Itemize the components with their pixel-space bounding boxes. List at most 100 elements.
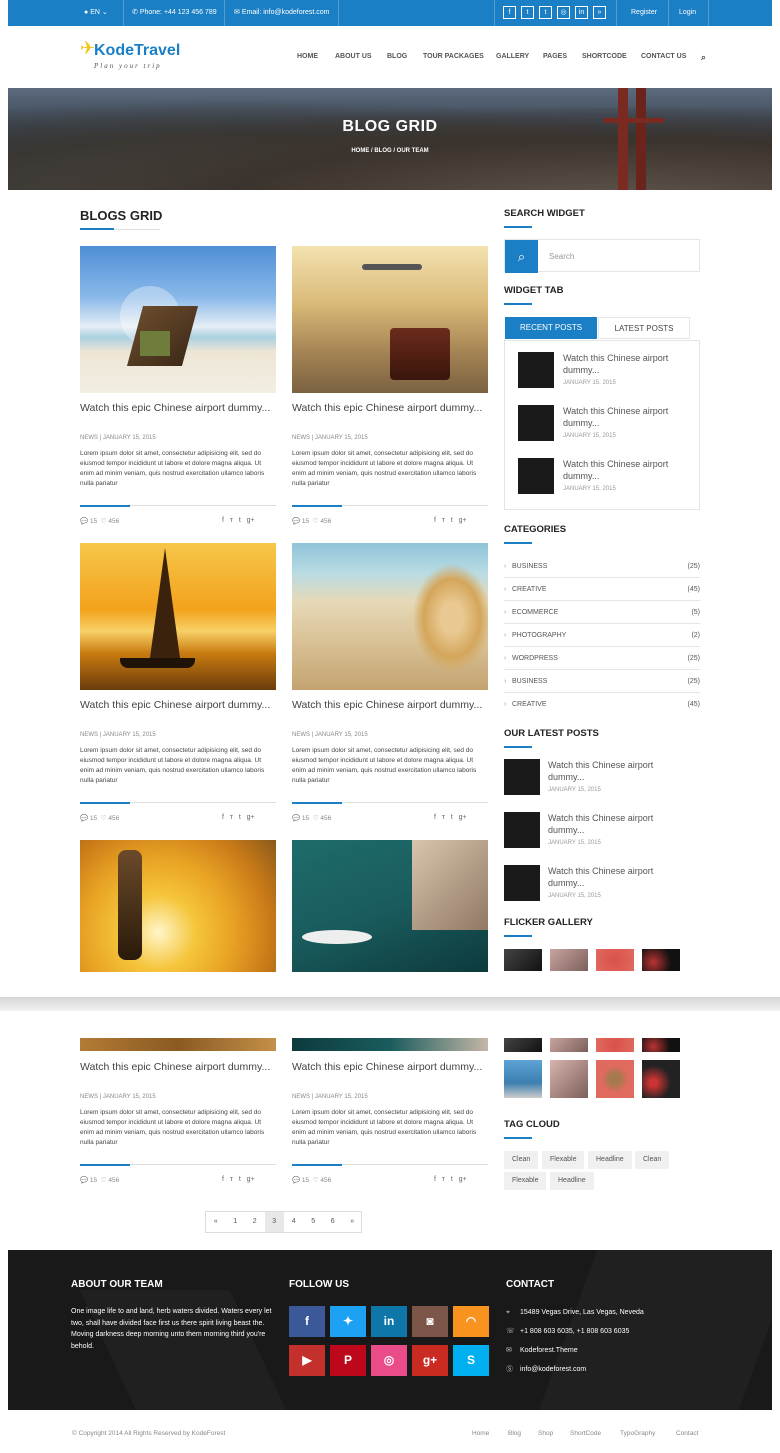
share-icons[interactable]: f ᴛ t g+ bbox=[222, 517, 255, 524]
gallery-image[interactable] bbox=[596, 1038, 634, 1052]
tag-item[interactable]: Flexable bbox=[504, 1172, 547, 1190]
recent-post-title[interactable]: Watch this Chinese airport dummy... bbox=[563, 405, 693, 429]
language-selector[interactable]: ● EN ⌄ bbox=[84, 0, 108, 26]
post-thumbnail[interactable] bbox=[518, 352, 554, 388]
page-4[interactable]: 4 bbox=[284, 1212, 304, 1232]
nav-pages[interactable]: PAGES bbox=[543, 26, 567, 88]
footer-link-typography[interactable]: TypoGraphy bbox=[620, 1430, 655, 1437]
footer-link-blog[interactable]: Blog bbox=[508, 1430, 521, 1437]
gallery-image[interactable] bbox=[550, 949, 588, 971]
dribbble-icon[interactable]: ◎ bbox=[371, 1345, 407, 1376]
youtube-icon[interactable]: ▶ bbox=[289, 1345, 325, 1376]
gallery-image[interactable] bbox=[596, 1060, 634, 1098]
page-2[interactable]: 2 bbox=[245, 1212, 265, 1232]
post-title[interactable]: Watch this epic Chinese airport dummy... bbox=[292, 401, 488, 416]
dribbble-icon[interactable]: ◎ bbox=[557, 6, 570, 19]
pinterest-icon[interactable]: P bbox=[330, 1345, 366, 1376]
recent-post-title[interactable]: Watch this Chinese airport dummy... bbox=[563, 458, 693, 482]
post-title[interactable]: Watch this epic Chinese airport dummy... bbox=[292, 1060, 488, 1075]
tag-item[interactable]: Clean bbox=[504, 1151, 539, 1169]
rss-icon[interactable]: ◠ bbox=[453, 1306, 489, 1337]
gallery-image[interactable] bbox=[642, 1060, 680, 1098]
post-title[interactable]: Watch this epic Chinese airport dummy... bbox=[80, 401, 276, 416]
skype-icon[interactable]: S bbox=[453, 1345, 489, 1376]
category-item[interactable]: › BUSINESS (25) bbox=[504, 670, 700, 693]
breadcrumb[interactable]: HOME / BLOG / OUR TEAM bbox=[8, 148, 772, 154]
twitter-icon[interactable]: t bbox=[521, 6, 534, 19]
contact-email[interactable]: Ⓢinfo@kodeforest.com bbox=[506, 1364, 586, 1374]
post-title[interactable]: Watch this epic Chinese airport dummy... bbox=[80, 1060, 276, 1075]
recent-post-title[interactable]: Watch this Chinese airport dummy... bbox=[563, 352, 693, 376]
nav-tour-packages[interactable]: TOUR PACKAGES bbox=[423, 26, 484, 88]
facebook-icon[interactable]: f bbox=[289, 1306, 325, 1337]
footer-link-home[interactable]: Home bbox=[472, 1430, 489, 1437]
more-icon[interactable]: » bbox=[593, 6, 606, 19]
category-item[interactable]: › BUSINESS (25) bbox=[504, 555, 700, 578]
tag-item[interactable]: Headline bbox=[550, 1172, 594, 1190]
gallery-image[interactable] bbox=[504, 1038, 542, 1052]
footer-link-shop[interactable]: Shop bbox=[538, 1430, 553, 1437]
tag-item[interactable]: Headline bbox=[588, 1151, 632, 1169]
facebook-icon[interactable]: f bbox=[503, 6, 516, 19]
post-thumbnail[interactable] bbox=[518, 405, 554, 441]
gallery-image[interactable] bbox=[504, 1060, 542, 1098]
gallery-image[interactable] bbox=[642, 1038, 680, 1052]
prev-page-button[interactable]: « bbox=[206, 1212, 226, 1232]
category-item[interactable]: › CREATIVE (45) bbox=[504, 693, 700, 716]
share-icons[interactable]: f ᴛ t g+ bbox=[222, 1176, 255, 1183]
google-plus-icon[interactable]: g+ bbox=[412, 1345, 448, 1376]
post-thumbnail[interactable] bbox=[504, 812, 540, 848]
gallery-image[interactable] bbox=[642, 949, 680, 971]
twitter-icon[interactable]: ✦ bbox=[330, 1306, 366, 1337]
latest-post-title[interactable]: Watch this Chinese airport dummy... bbox=[548, 865, 678, 889]
login-link[interactable]: Login bbox=[679, 0, 696, 26]
post-thumbnail[interactable] bbox=[504, 759, 540, 795]
category-item[interactable]: › WORDPRESS (25) bbox=[504, 647, 700, 670]
post-thumbnail[interactable] bbox=[518, 458, 554, 494]
post-image[interactable] bbox=[80, 543, 276, 690]
share-icons[interactable]: f ᴛ t g+ bbox=[434, 814, 467, 821]
footer-link-shortcode[interactable]: ShortCode bbox=[570, 1430, 601, 1437]
category-item[interactable]: › ECOMMERCE (5) bbox=[504, 601, 700, 624]
instagram-icon[interactable]: ◙ bbox=[412, 1306, 448, 1337]
share-icons[interactable]: f ᴛ t g+ bbox=[434, 1176, 467, 1183]
nav-about-us[interactable]: ABOUT US bbox=[335, 26, 372, 88]
tab-latest-posts[interactable]: LATEST POSTS bbox=[598, 317, 690, 339]
nav-home[interactable]: HOME bbox=[297, 26, 318, 88]
share-icons[interactable]: f ᴛ t g+ bbox=[434, 517, 467, 524]
post-title[interactable]: Watch this epic Chinese airport dummy... bbox=[292, 698, 488, 713]
gallery-image[interactable] bbox=[504, 949, 542, 971]
nav-contact-us[interactable]: CONTACT US bbox=[641, 26, 686, 88]
share-icons[interactable]: f ᴛ t g+ bbox=[222, 814, 255, 821]
linkedin-icon[interactable]: in bbox=[371, 1306, 407, 1337]
tag-item[interactable]: Clean bbox=[635, 1151, 670, 1169]
page-1[interactable]: 1 bbox=[226, 1212, 246, 1232]
search-input[interactable]: ⌕ Search bbox=[504, 239, 700, 273]
gallery-image[interactable] bbox=[596, 949, 634, 971]
register-link[interactable]: Register bbox=[631, 0, 657, 26]
page-3-current[interactable]: 3 bbox=[264, 1212, 284, 1232]
post-image[interactable] bbox=[292, 246, 488, 393]
post-thumbnail[interactable] bbox=[504, 865, 540, 901]
search-icon[interactable]: ⌕ bbox=[505, 240, 538, 273]
post-image[interactable] bbox=[80, 246, 276, 393]
footer-link-contact[interactable]: Contact bbox=[676, 1430, 698, 1437]
post-image[interactable] bbox=[292, 840, 488, 972]
latest-post-title[interactable]: Watch this Chinese airport dummy... bbox=[548, 759, 678, 783]
nav-shortcode[interactable]: SHORTCODE bbox=[582, 26, 627, 88]
page-6[interactable]: 6 bbox=[323, 1212, 343, 1232]
tag-item[interactable]: Flexable bbox=[542, 1151, 585, 1169]
linkedin-icon[interactable]: in bbox=[575, 6, 588, 19]
post-image[interactable] bbox=[80, 840, 276, 972]
page-5[interactable]: 5 bbox=[304, 1212, 324, 1232]
search-icon[interactable]: ⌕ bbox=[701, 26, 706, 88]
nav-gallery[interactable]: GALLERY bbox=[496, 26, 529, 88]
post-image[interactable] bbox=[292, 543, 488, 690]
category-item[interactable]: › CREATIVE (45) bbox=[504, 578, 700, 601]
tab-recent-posts[interactable]: RECENT POSTS bbox=[505, 317, 597, 339]
nav-blog[interactable]: BLOG bbox=[387, 26, 407, 88]
category-item[interactable]: › PHOTOGRAPHY (2) bbox=[504, 624, 700, 647]
gallery-image[interactable] bbox=[550, 1038, 588, 1052]
post-title[interactable]: Watch this epic Chinese airport dummy... bbox=[80, 698, 276, 713]
next-page-button[interactable]: » bbox=[343, 1212, 363, 1232]
